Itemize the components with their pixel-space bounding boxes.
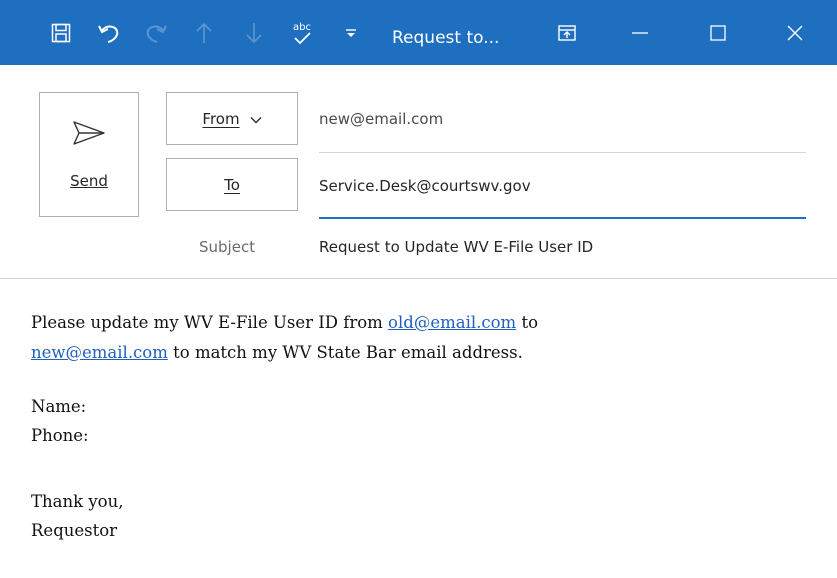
previous-item-icon <box>192 0 216 65</box>
maximize-icon[interactable] <box>703 0 733 65</box>
redo-icon <box>142 0 170 65</box>
title-bar: abc Request to... <box>0 0 837 65</box>
body-line-1: Please update my WV E-File User ID from … <box>31 313 538 332</box>
from-field[interactable]: new@email.com <box>319 110 443 128</box>
from-label: From <box>202 109 240 128</box>
body-text: Please update my WV E-File User ID from <box>31 313 389 332</box>
to-field-underline <box>319 217 806 219</box>
body-line-2: new@email.com to match my WV State Bar e… <box>31 343 523 362</box>
undo-icon[interactable] <box>94 0 124 65</box>
subject-field[interactable]: Request to Update WV E-File User ID <box>319 238 593 256</box>
svg-text:abc: abc <box>293 22 311 33</box>
next-item-icon <box>242 0 266 65</box>
chevron-down-icon <box>250 110 262 128</box>
phone-line: Phone: <box>31 426 89 445</box>
send-icon <box>70 118 110 152</box>
from-button[interactable]: From <box>166 92 298 145</box>
message-body[interactable]: Please update my WV E-File User ID from … <box>0 279 837 578</box>
send-button[interactable]: Send <box>39 92 139 217</box>
name-line: Name: <box>31 397 87 416</box>
new-email-link[interactable]: new@email.com <box>31 343 168 362</box>
closing-line: Thank you, <box>31 492 124 511</box>
body-text: to match my WV State Bar email address. <box>167 343 523 362</box>
window-title: Request to... <box>392 28 500 48</box>
close-icon[interactable] <box>780 0 810 65</box>
to-field[interactable]: Service.Desk@courtswv.gov <box>319 177 531 195</box>
to-button[interactable]: To <box>166 158 298 211</box>
minimize-icon[interactable] <box>625 0 655 65</box>
compose-window: abc Request to... Send From To new@email… <box>0 0 837 578</box>
signature-line: Requestor <box>31 521 118 540</box>
subject-label: Subject <box>199 238 256 256</box>
ribbon-display-icon[interactable] <box>555 0 579 65</box>
spelling-icon[interactable]: abc <box>289 0 315 65</box>
old-email-link[interactable]: old@email.com <box>388 313 516 332</box>
body-text: to <box>516 313 539 332</box>
customize-toolbar-icon[interactable] <box>341 0 361 65</box>
send-label: Send <box>70 172 108 190</box>
save-icon[interactable] <box>48 0 74 65</box>
to-label: To <box>224 175 240 194</box>
from-divider <box>319 152 806 153</box>
